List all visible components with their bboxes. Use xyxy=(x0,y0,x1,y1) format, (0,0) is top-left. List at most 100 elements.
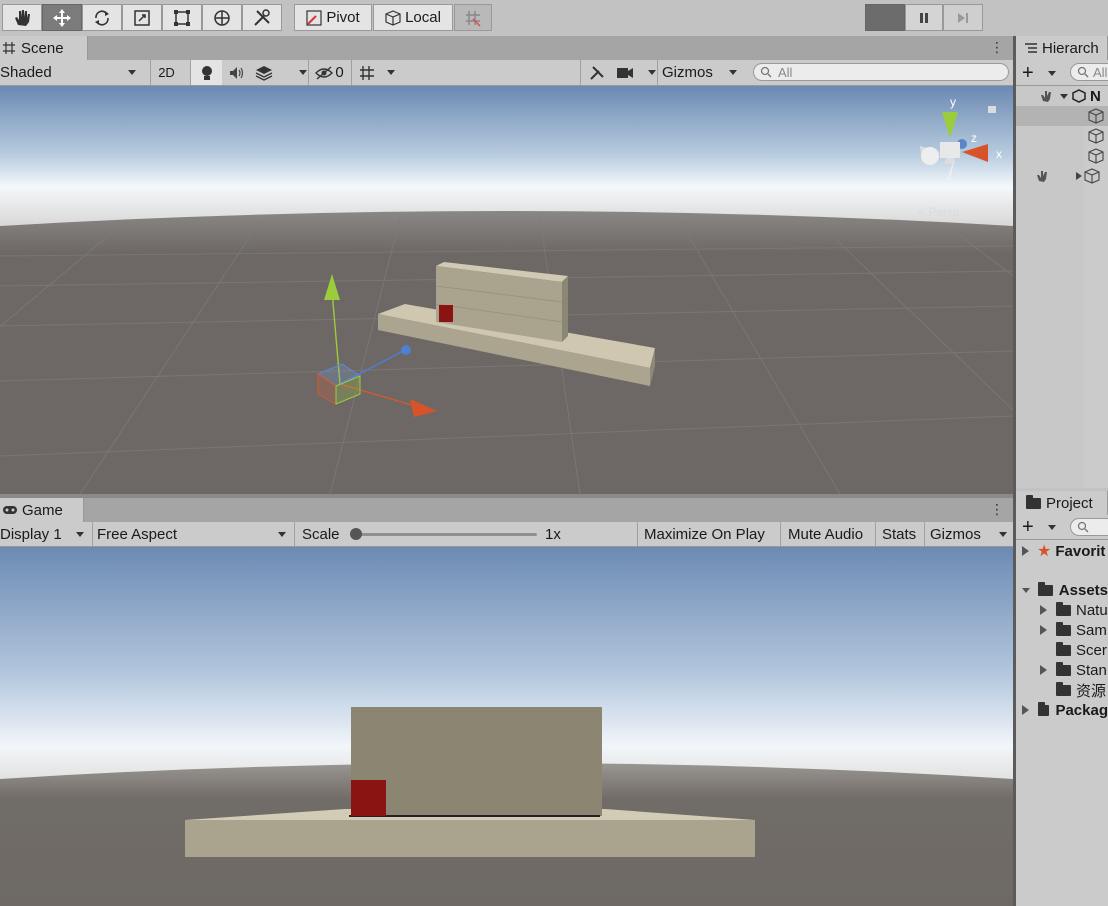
play-button[interactable] xyxy=(865,4,905,31)
scale-tool-button[interactable] xyxy=(122,4,162,31)
custom-tool-button[interactable] xyxy=(242,4,282,31)
grid-dropdown[interactable] xyxy=(351,60,401,85)
scale-value: 1x xyxy=(545,526,561,543)
local-toggle[interactable]: Local xyxy=(373,4,453,31)
lighting-toggle[interactable] xyxy=(190,60,222,85)
hierarchy-item-4[interactable] xyxy=(1036,166,1108,186)
tools-icon xyxy=(254,8,270,26)
game-wall-block xyxy=(351,707,602,816)
hand-tool-button[interactable] xyxy=(2,4,42,31)
stats-toggle[interactable]: Stats xyxy=(875,522,923,546)
transform-tool-button[interactable] xyxy=(202,4,242,31)
pause-button[interactable] xyxy=(905,4,943,31)
project-toolbar: + xyxy=(1016,515,1108,540)
hierarchy-gutter xyxy=(1016,86,1084,488)
folder-icon xyxy=(1056,641,1071,656)
chevron-down-icon xyxy=(648,70,656,75)
scene-visibility-toggle[interactable]: 0 xyxy=(308,60,350,85)
project-folder-row[interactable]: Scer xyxy=(1056,640,1108,660)
local-cube-icon xyxy=(385,9,401,26)
grid-snap-button[interactable] xyxy=(454,4,492,31)
local-label: Local xyxy=(405,9,441,26)
mute-audio-toggle[interactable]: Mute Audio xyxy=(780,522,875,546)
gizmo-z-label: z xyxy=(971,131,977,145)
rect-tool-button[interactable] xyxy=(162,4,202,31)
hierarchy-scene-row[interactable]: N xyxy=(1016,86,1108,106)
chevron-down-icon xyxy=(299,70,307,75)
effects-dropdown[interactable] xyxy=(255,60,307,85)
project-packages-row[interactable]: Packag xyxy=(1022,700,1108,720)
gizmo-y-label: y xyxy=(950,95,956,109)
camera-icon xyxy=(617,67,633,78)
project-folder-row[interactable]: Natu xyxy=(1040,600,1108,620)
chevron-down-icon xyxy=(278,531,286,537)
chevron-down-icon xyxy=(387,70,395,75)
scale-slider-thumb[interactable] xyxy=(350,528,362,540)
aspect-dropdown[interactable]: Free Aspect xyxy=(92,522,292,546)
camera-dropdown[interactable] xyxy=(616,60,656,85)
folder-icon xyxy=(1056,681,1071,696)
scale-slider-track[interactable] xyxy=(355,533,537,536)
project-search-input[interactable] xyxy=(1070,518,1108,536)
lock-icon[interactable] xyxy=(988,106,996,113)
scene-gizmos-dropdown[interactable]: Gizmos xyxy=(657,60,743,85)
scene-search-input[interactable]: All xyxy=(753,63,1009,81)
step-button[interactable] xyxy=(943,4,983,31)
speaker-icon xyxy=(230,66,244,79)
plus-icon: + xyxy=(1022,62,1034,84)
chevron-down-icon xyxy=(76,531,84,537)
game-menu-icon[interactable]: ⋮ xyxy=(990,501,1004,518)
folder-label: Natu xyxy=(1076,601,1108,619)
unity-scene-icon xyxy=(1072,89,1086,103)
tab-project[interactable]: Project xyxy=(1016,491,1108,515)
audio-toggle[interactable] xyxy=(223,60,251,85)
tab-game[interactable]: Game xyxy=(0,498,84,522)
red-cube-object[interactable] xyxy=(439,305,453,322)
scene-tools-button[interactable] xyxy=(580,60,612,85)
maximize-on-play-toggle[interactable]: Maximize On Play xyxy=(637,522,779,546)
tab-scene[interactable]: Scene xyxy=(0,36,88,60)
project-folder-row[interactable]: Sam xyxy=(1040,620,1108,640)
project-add-dropdown[interactable]: + xyxy=(1022,517,1056,537)
move-tool-button[interactable] xyxy=(42,4,82,31)
cube-icon xyxy=(1088,128,1104,144)
scene-toolbar: Shaded 2D 0 Gizmos All xyxy=(0,60,1013,86)
hierarchy-toolbar: + All xyxy=(1016,60,1108,86)
project-assets-row[interactable]: Assets xyxy=(1022,580,1108,600)
pivot-toggle[interactable]: Pivot xyxy=(294,4,372,31)
scene-viewport[interactable]: y z x < Persp xyxy=(0,86,1013,494)
rotate-tool-button[interactable] xyxy=(82,4,122,31)
project-folder-row[interactable]: 资源 xyxy=(1056,680,1108,700)
hierarchy-item-1[interactable] xyxy=(1088,106,1108,126)
project-folder-row[interactable]: Stan xyxy=(1040,660,1108,680)
draw-mode-dropdown[interactable]: Shaded xyxy=(0,60,146,85)
chevron-down-icon xyxy=(999,531,1007,537)
hierarchy-item-3[interactable] xyxy=(1088,146,1108,166)
game-viewport[interactable] xyxy=(0,547,1013,906)
search-icon xyxy=(1077,521,1089,533)
persp-label[interactable]: < Persp xyxy=(918,205,960,219)
game-gizmos-dropdown[interactable]: Gizmos xyxy=(924,522,1013,546)
z-axis-handle[interactable] xyxy=(401,345,411,355)
expand-arrow-icon xyxy=(1022,546,1029,556)
hidden-eye-icon xyxy=(315,65,334,80)
scene-name: N xyxy=(1090,87,1101,105)
stats-label: Stats xyxy=(882,525,917,543)
2d-toggle[interactable]: 2D xyxy=(150,60,182,85)
hierarchy-add-dropdown[interactable]: + xyxy=(1022,63,1056,83)
project-tab-label: Project xyxy=(1046,494,1093,512)
tab-hierarchy[interactable]: Hierarch xyxy=(1016,36,1108,60)
gizmos-label: Gizmos xyxy=(662,64,713,81)
chevron-down-icon xyxy=(729,70,737,75)
folder-label: Stan xyxy=(1076,661,1107,679)
hierarchy-item-2[interactable] xyxy=(1088,126,1108,146)
hierarchy-search-placeholder: All xyxy=(1093,64,1108,80)
display-dropdown[interactable]: Display 1 xyxy=(0,522,90,546)
folder-label: Sam xyxy=(1076,621,1107,639)
step-icon xyxy=(958,12,968,23)
scene-menu-icon[interactable]: ⋮ xyxy=(990,39,1004,56)
scene-tab-label: Scene xyxy=(21,39,64,57)
hierarchy-search-input[interactable]: All xyxy=(1070,63,1108,81)
game-toolbar: Display 1 Free Aspect Scale 1x Maximize … xyxy=(0,522,1013,547)
project-favorites-row[interactable]: ★ Favorit xyxy=(1022,541,1108,561)
